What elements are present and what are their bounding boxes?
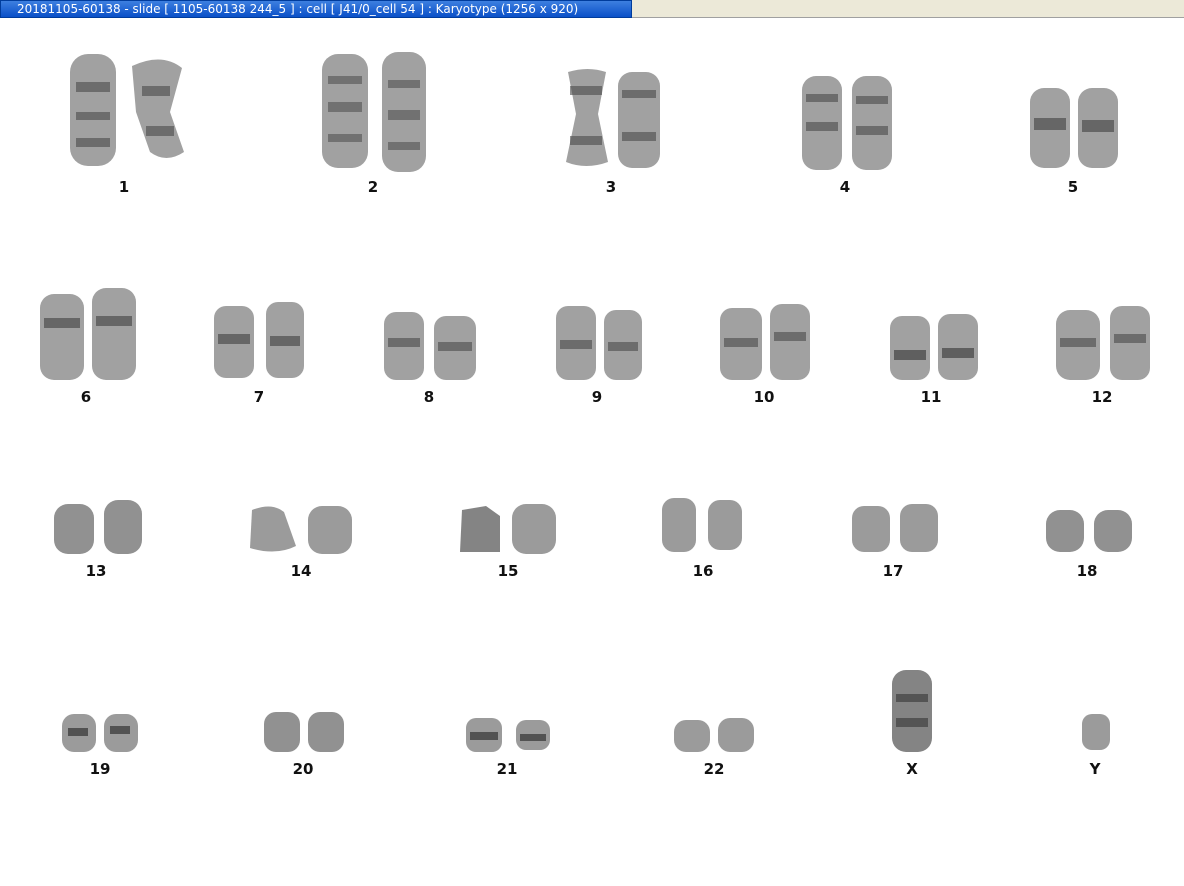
chromosome-label-9: 9 bbox=[591, 388, 603, 406]
chromatid-left bbox=[1030, 88, 1070, 168]
chromosome-label-6: 6 bbox=[80, 388, 92, 406]
chromatid-left bbox=[264, 712, 300, 752]
chromatid-right bbox=[104, 714, 138, 752]
chromatid-left bbox=[720, 308, 762, 380]
chromatid-right bbox=[852, 76, 892, 170]
window-title: 20181105-60138 - slide [ 1105-60138 244_… bbox=[17, 2, 579, 16]
chromatid-left bbox=[852, 506, 890, 552]
chromosome-label-14: 14 bbox=[290, 562, 312, 580]
chromosome-label-2: 2 bbox=[367, 178, 379, 196]
chromatid-left bbox=[566, 69, 608, 166]
chromosome-label-5: 5 bbox=[1067, 178, 1079, 196]
chromatid-left bbox=[384, 312, 424, 380]
chromatid-right bbox=[938, 314, 978, 380]
chromatid-left bbox=[62, 714, 96, 752]
chromatid-left bbox=[674, 720, 710, 752]
chromosome-label-12: 12 bbox=[1091, 388, 1113, 406]
chromatid-right bbox=[708, 500, 742, 550]
chromatid-right bbox=[92, 288, 136, 380]
chromosome-label-y: Y bbox=[1089, 760, 1101, 778]
chromatid-left bbox=[214, 306, 254, 378]
chromosome-label-15: 15 bbox=[497, 562, 519, 580]
chromatid-left bbox=[70, 54, 116, 166]
chromatid-left bbox=[890, 316, 930, 380]
chromosome-label-7: 7 bbox=[253, 388, 265, 406]
chromatid-left bbox=[322, 54, 368, 168]
chromosome-label-1: 1 bbox=[118, 178, 130, 196]
chromatid-right bbox=[1094, 510, 1132, 552]
chromosome-label-10: 10 bbox=[753, 388, 775, 406]
chromatid-right bbox=[1110, 306, 1150, 380]
chromatid-left bbox=[250, 506, 296, 552]
chromatid-right bbox=[618, 72, 660, 168]
chromatid-right bbox=[104, 500, 142, 554]
chromatid-right bbox=[132, 59, 184, 158]
chromatid-right bbox=[512, 504, 556, 554]
chromatid-y bbox=[1082, 714, 1110, 750]
chromatid-right bbox=[770, 304, 810, 380]
chromatid-right bbox=[604, 310, 642, 380]
chromatid-right bbox=[900, 504, 938, 552]
chromatid-left bbox=[662, 498, 696, 552]
chromatid-left bbox=[40, 294, 84, 380]
chromatid-left bbox=[802, 76, 842, 170]
chromatid-right bbox=[434, 316, 476, 380]
chromatid-right bbox=[308, 712, 344, 752]
chromatid-left bbox=[54, 504, 94, 554]
chromosome-label-3: 3 bbox=[605, 178, 617, 196]
chromatid-left bbox=[466, 718, 502, 752]
window-title-bar[interactable]: 20181105-60138 - slide [ 1105-60138 244_… bbox=[0, 0, 632, 18]
chromosome-label-x: X bbox=[906, 760, 918, 778]
chromatid-left bbox=[556, 306, 596, 380]
chromosome-label-21: 21 bbox=[496, 760, 518, 778]
chromosome-label-4: 4 bbox=[839, 178, 851, 196]
chromosome-label-13: 13 bbox=[85, 562, 107, 580]
chromatid-right bbox=[516, 720, 550, 750]
chromatid-left bbox=[1056, 310, 1100, 380]
chromatid-right bbox=[718, 718, 754, 752]
chromosome-label-18: 18 bbox=[1076, 562, 1098, 580]
chromosome-label-19: 19 bbox=[89, 760, 111, 778]
chromosome-label-8: 8 bbox=[423, 388, 435, 406]
chromatid-right bbox=[308, 506, 352, 554]
title-bar-background bbox=[632, 0, 1184, 18]
chromatid-left bbox=[460, 506, 500, 552]
chromatid-right bbox=[1078, 88, 1118, 168]
chromatid-x bbox=[892, 670, 932, 752]
chromosome-label-11: 11 bbox=[920, 388, 942, 406]
chromosome-label-20: 20 bbox=[292, 760, 314, 778]
chromosome-label-16: 16 bbox=[692, 562, 714, 580]
chromosome-label-17: 17 bbox=[882, 562, 904, 580]
chromatid-right bbox=[382, 52, 426, 172]
chromatid-left bbox=[1046, 510, 1084, 552]
chromosome-label-22: 22 bbox=[703, 760, 725, 778]
chromatid-right bbox=[266, 302, 304, 378]
